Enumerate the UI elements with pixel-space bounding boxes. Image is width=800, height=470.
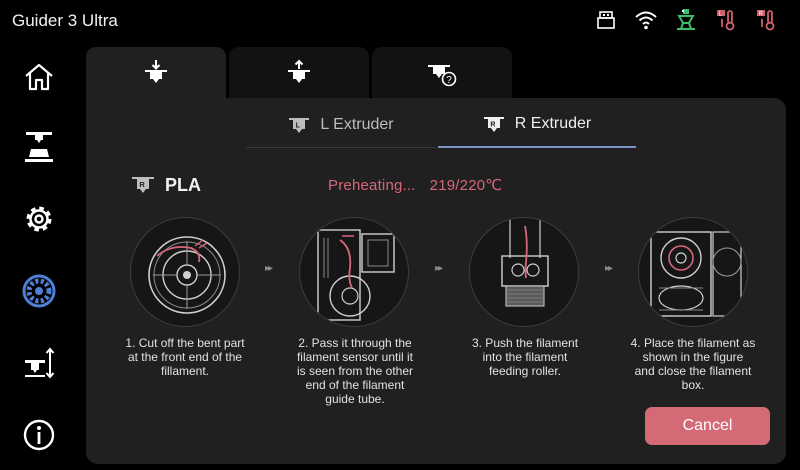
heating-status-text: Preheating... (328, 177, 416, 194)
sidebar-item-calibrate[interactable] (16, 340, 62, 386)
spool-cut-illustration (148, 236, 226, 314)
cancel-button[interactable]: Cancel (645, 407, 770, 445)
svg-text:?: ? (446, 75, 452, 86)
material-row: R PLA (131, 174, 201, 196)
material-badge: R (139, 180, 145, 189)
extruder-r-icon: R (483, 117, 504, 132)
tab-l-extruder[interactable]: L L Extruder (246, 102, 436, 148)
level-icon (25, 347, 55, 379)
step-2-caption: 2. Pass it through the filament sensor u… (296, 336, 414, 406)
status-bar: L R (586, 6, 786, 34)
tab-r-extruder[interactable]: R R Extruder (438, 102, 636, 148)
sidebar-item-info[interactable] (16, 412, 62, 458)
gear-icon (26, 206, 52, 232)
tab-filament-help[interactable]: ? (372, 47, 512, 99)
filament-box-illustration (650, 231, 742, 317)
svg-text:R: R (759, 12, 764, 18)
sidebar-item-home[interactable] (16, 54, 62, 100)
load-filament-icon (145, 60, 167, 83)
step-4-illustration (638, 217, 748, 327)
tab-unload-filament[interactable] (229, 47, 369, 99)
step-arrow: ▸▸ (605, 263, 613, 274)
info-icon (23, 419, 55, 451)
sidebar-item-print[interactable] (16, 124, 62, 170)
wifi-icon (626, 6, 666, 34)
step-arrow: ▸▸ (435, 263, 443, 274)
filament-spool-icon (22, 274, 56, 308)
step-3-illustration (469, 217, 579, 327)
usb-icon (586, 6, 626, 34)
step-2-illustration (299, 217, 409, 327)
step-arrow: ▸▸ (265, 263, 273, 274)
app-title: Guider 3 Ultra (12, 11, 118, 30)
bed-temp-icon: R (746, 6, 786, 34)
sidebar-item-settings[interactable] (16, 196, 62, 242)
right-nozzle-temp-icon: L (706, 6, 746, 34)
filament-help-icon: ? (428, 65, 457, 87)
extruder-l-badge: L (296, 122, 301, 129)
nozzle-temperature: 219/220℃ (429, 177, 503, 194)
left-nozzle-temp-icon (666, 6, 706, 34)
feeding-roller-illustration (501, 220, 549, 307)
filament-sensor-illustration (317, 229, 395, 321)
tab-l-extruder-label: L Extruder (320, 115, 394, 133)
tab-r-extruder-label: R Extruder (514, 115, 592, 132)
home-icon (25, 63, 53, 91)
extruder-l-icon: L (289, 117, 310, 133)
step-4-caption: 4. Place the filament as shown in the fi… (630, 336, 756, 392)
tab-load-filament[interactable] (86, 47, 226, 99)
print-icon (25, 132, 53, 162)
heating-status: Preheating... 219/220℃ (328, 176, 502, 194)
extruder-r-badge: R (490, 122, 495, 129)
extruder-r-icon: R (132, 177, 154, 193)
unload-filament-icon (288, 59, 310, 83)
step-1-illustration (130, 217, 240, 327)
sidebar (0, 48, 78, 470)
step-3-caption: 3. Push the filament into the filament f… (471, 336, 579, 378)
material-name: PLA (165, 174, 201, 195)
step-1-caption: 1. Cut off the bent part at the front en… (125, 336, 245, 378)
sidebar-item-filament[interactable] (16, 268, 62, 314)
